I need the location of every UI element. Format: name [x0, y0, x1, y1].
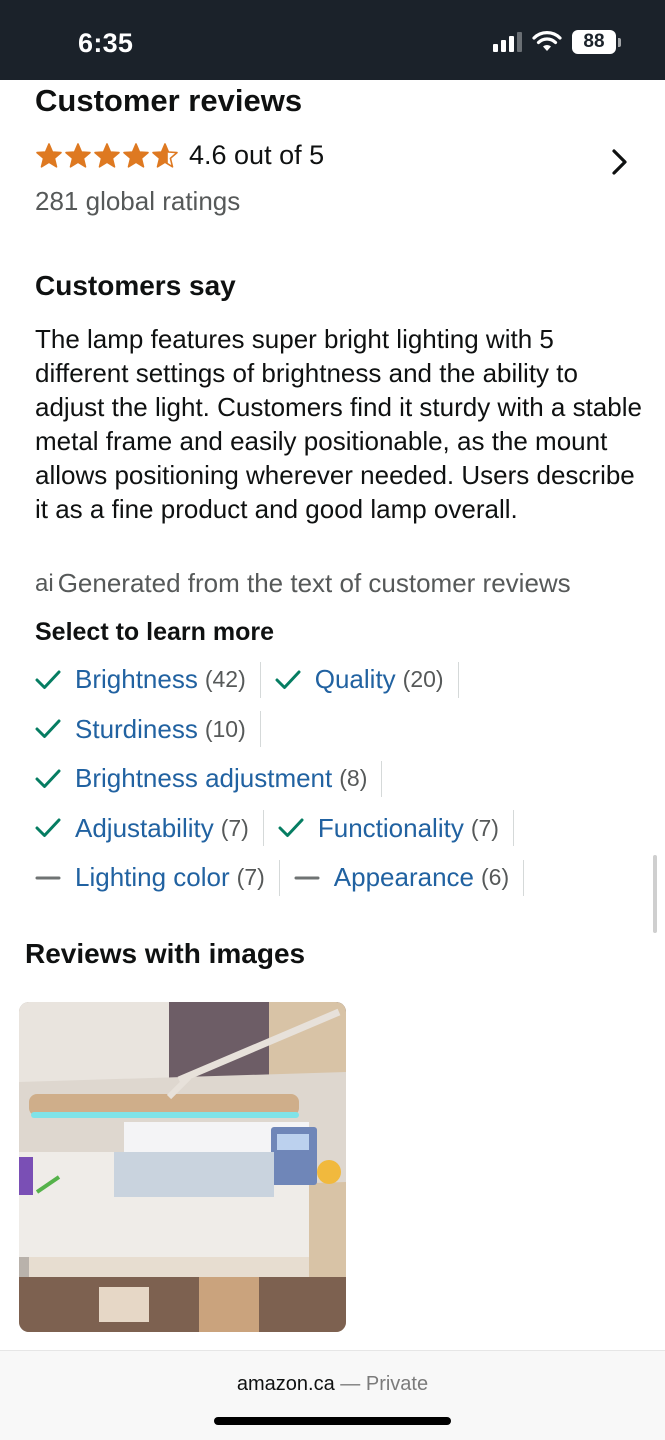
review-aspects: Brightness (42) Quality (20) Sturdiness (10) B… — [35, 655, 650, 903]
browser-bottom-bar: amazon.ca — Private — [0, 1350, 665, 1440]
aspect-row: Lighting color (7) Appearance (6) — [35, 853, 650, 903]
star-icon — [36, 143, 62, 168]
aspect-brightness-adjustment[interactable]: Brightness adjustment (8) — [35, 760, 383, 797]
star-icon — [94, 143, 120, 168]
aspect-lighting-color[interactable]: Lighting color (7) — [35, 859, 280, 896]
aspect-adjustability[interactable]: Adjustability (7) — [35, 810, 264, 847]
aspect-count: (7) — [470, 814, 499, 841]
aspect-count: (20) — [402, 666, 444, 693]
review-photo — [19, 1002, 346, 1332]
checkmark-icon — [35, 669, 61, 691]
global-ratings-count: 281 global ratings — [35, 186, 241, 216]
ai-review-summary: The lamp features super bright lighting … — [35, 324, 642, 524]
aspect-name: Quality — [314, 664, 396, 695]
ai-generated-text: Generated from the text of customer revi… — [57, 568, 571, 598]
star-icon — [152, 143, 178, 168]
star-icon — [123, 143, 149, 168]
rating-text: 4.6 out of 5 — [189, 140, 325, 170]
aspect-name: Appearance — [333, 862, 475, 893]
aspect-name: Brightness adjustment — [75, 763, 333, 794]
checkmark-icon — [35, 718, 61, 740]
status-bar: 6:35 88 — [0, 0, 665, 80]
star-rating — [35, 142, 179, 169]
battery-level: 88 — [572, 30, 616, 54]
aspect-name: Functionality — [317, 812, 464, 843]
wifi-icon — [532, 31, 562, 51]
aspect-sturdiness[interactable]: Sturdiness (10) — [35, 711, 261, 748]
aspect-row: Brightness (42) Quality (20) — [35, 655, 650, 705]
aspect-row: Brightness adjustment (8) — [35, 754, 650, 804]
review-image-thumbnail[interactable] — [19, 1002, 346, 1332]
aspect-count: (8) — [339, 765, 368, 792]
customers-say-heading: Customers say — [35, 270, 236, 301]
battery-icon: 88 — [572, 30, 621, 54]
address-bar[interactable]: amazon.ca — Private — [0, 1373, 665, 1396]
chevron-right-icon[interactable] — [611, 148, 629, 176]
home-indicator[interactable] — [214, 1417, 451, 1425]
checkmark-icon — [35, 817, 61, 839]
status-time: 6:35 — [78, 28, 134, 58]
aspect-functionality[interactable]: Functionality (7) — [278, 810, 514, 847]
ai-sparkle-icon: ai — [35, 569, 54, 597]
scroll-indicator — [653, 855, 657, 933]
star-icon — [65, 143, 91, 168]
rating-summary-link[interactable]: 4.6 out of 5 — [35, 140, 324, 171]
aspect-brightness[interactable]: Brightness (42) — [35, 661, 261, 698]
aspect-row: Sturdiness (10) — [35, 705, 650, 755]
aspect-count: (6) — [481, 864, 510, 891]
aspect-name: Lighting color — [75, 862, 230, 893]
reviews-section: Customer reviews 4.6 out of 5 281 global… — [0, 80, 665, 1350]
ai-generated-note: ai Generated from the text of customer r… — [35, 568, 571, 599]
aspect-count: (10) — [204, 715, 246, 742]
private-mode-label: Private — [365, 1373, 429, 1395]
checkmark-icon — [275, 669, 301, 691]
cellular-signal-icon — [493, 32, 522, 52]
url-separator: — — [340, 1373, 361, 1395]
aspect-count: (7) — [220, 814, 249, 841]
checkmark-icon — [35, 768, 61, 790]
aspect-row: Adjustability (7) Functionality (7) — [35, 804, 650, 854]
dash-icon — [294, 867, 320, 889]
customer-reviews-heading: Customer reviews — [35, 83, 303, 118]
dash-icon — [35, 867, 61, 889]
aspect-appearance[interactable]: Appearance (6) — [294, 859, 525, 896]
select-to-learn-heading: Select to learn more — [35, 618, 274, 646]
domain-text: amazon.ca — [236, 1373, 335, 1395]
checkmark-icon — [278, 817, 304, 839]
aspect-name: Brightness — [75, 664, 198, 695]
status-icons: 88 — [493, 30, 621, 54]
aspect-count: (7) — [236, 864, 265, 891]
reviews-with-images-heading: Reviews with images — [25, 938, 306, 969]
aspect-quality[interactable]: Quality (20) — [275, 661, 459, 698]
aspect-name: Adjustability — [75, 812, 214, 843]
aspect-name: Sturdiness — [75, 713, 198, 744]
aspect-count: (42) — [204, 666, 246, 693]
